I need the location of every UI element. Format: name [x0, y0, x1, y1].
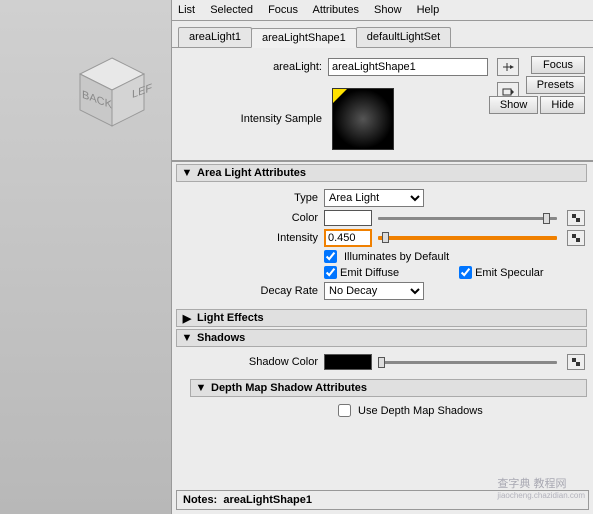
illuminates-checkbox[interactable]	[324, 250, 337, 263]
attribute-scroll[interactable]: ▼ Area Light Attributes Type Area Light …	[172, 161, 593, 486]
emit-specular-checkbox[interactable]	[459, 266, 472, 279]
decay-rate-label: Decay Rate	[178, 285, 318, 297]
section-light-effects[interactable]: ▶ Light Effects	[176, 309, 587, 327]
intensity-input[interactable]	[324, 229, 372, 247]
tab-defaultlightset[interactable]: defaultLightSet	[356, 27, 451, 47]
intensity-sample-swatch[interactable]	[332, 88, 394, 150]
emit-diffuse-label: Emit Diffuse	[340, 267, 399, 279]
focus-button[interactable]: Focus	[531, 56, 585, 74]
intensity-map-button[interactable]	[567, 230, 585, 246]
shadow-color-label: Shadow Color	[178, 356, 318, 368]
viewport-3d[interactable]: BACK LEFT	[0, 0, 172, 514]
shadow-color-swatch[interactable]	[324, 354, 372, 370]
tab-arealightshape1[interactable]: areaLightShape1	[251, 28, 357, 48]
emit-diffuse-checkbox[interactable]	[324, 266, 337, 279]
color-label: Color	[178, 212, 318, 224]
node-name-label: areaLight:	[182, 61, 322, 73]
intensity-slider[interactable]	[378, 236, 557, 240]
type-select[interactable]: Area Light	[324, 189, 424, 207]
menu-selected[interactable]: Selected	[210, 4, 253, 16]
node-tabs: areaLight1 areaLightShape1 defaultLightS…	[172, 21, 593, 48]
tab-arealight1[interactable]: areaLight1	[178, 27, 252, 47]
illuminates-label: Illuminates by Default	[344, 251, 449, 263]
hide-button[interactable]: Hide	[540, 96, 585, 114]
intensity-sample-label: Intensity Sample	[182, 113, 322, 125]
menu-show[interactable]: Show	[374, 4, 402, 16]
emit-specular-label: Emit Specular	[475, 267, 543, 279]
show-button[interactable]: Show	[489, 96, 539, 114]
menu-help[interactable]: Help	[417, 4, 440, 16]
use-depth-map-label: Use Depth Map Shadows	[358, 405, 483, 417]
color-map-button[interactable]	[567, 210, 585, 226]
shadow-color-slider[interactable]	[378, 361, 557, 364]
node-name-input[interactable]	[328, 58, 488, 76]
section-area-light-attributes[interactable]: ▼ Area Light Attributes	[176, 164, 587, 182]
intensity-label: Intensity	[178, 232, 318, 244]
color-swatch[interactable]	[324, 210, 372, 226]
twist-down-icon: ▼	[181, 332, 193, 344]
twist-down-icon: ▼	[195, 382, 207, 394]
color-slider[interactable]	[378, 217, 557, 220]
presets-button[interactable]: Presets	[526, 76, 585, 94]
menu-list[interactable]: List	[178, 4, 195, 16]
notes-bar: Notes: areaLightShape1	[176, 490, 589, 510]
menu-focus[interactable]: Focus	[268, 4, 298, 16]
type-label: Type	[178, 192, 318, 204]
decay-rate-select[interactable]: No Decay	[324, 282, 424, 300]
menu-attributes[interactable]: Attributes	[312, 4, 358, 16]
section-depth-map-shadow[interactable]: ▼ Depth Map Shadow Attributes	[190, 379, 587, 397]
twist-right-icon: ▶	[181, 312, 193, 324]
view-cube[interactable]: BACK LEFT	[72, 52, 152, 132]
menubar: List Selected Focus Attributes Show Help	[172, 0, 593, 21]
header-area: areaLight: Focus Presets Show Hide Inten…	[172, 48, 593, 161]
attribute-editor: List Selected Focus Attributes Show Help…	[172, 0, 593, 514]
use-depth-map-checkbox[interactable]	[338, 404, 351, 417]
section-shadows[interactable]: ▼ Shadows	[176, 329, 587, 347]
shadow-color-map-button[interactable]	[567, 354, 585, 370]
twist-down-icon: ▼	[181, 167, 193, 179]
